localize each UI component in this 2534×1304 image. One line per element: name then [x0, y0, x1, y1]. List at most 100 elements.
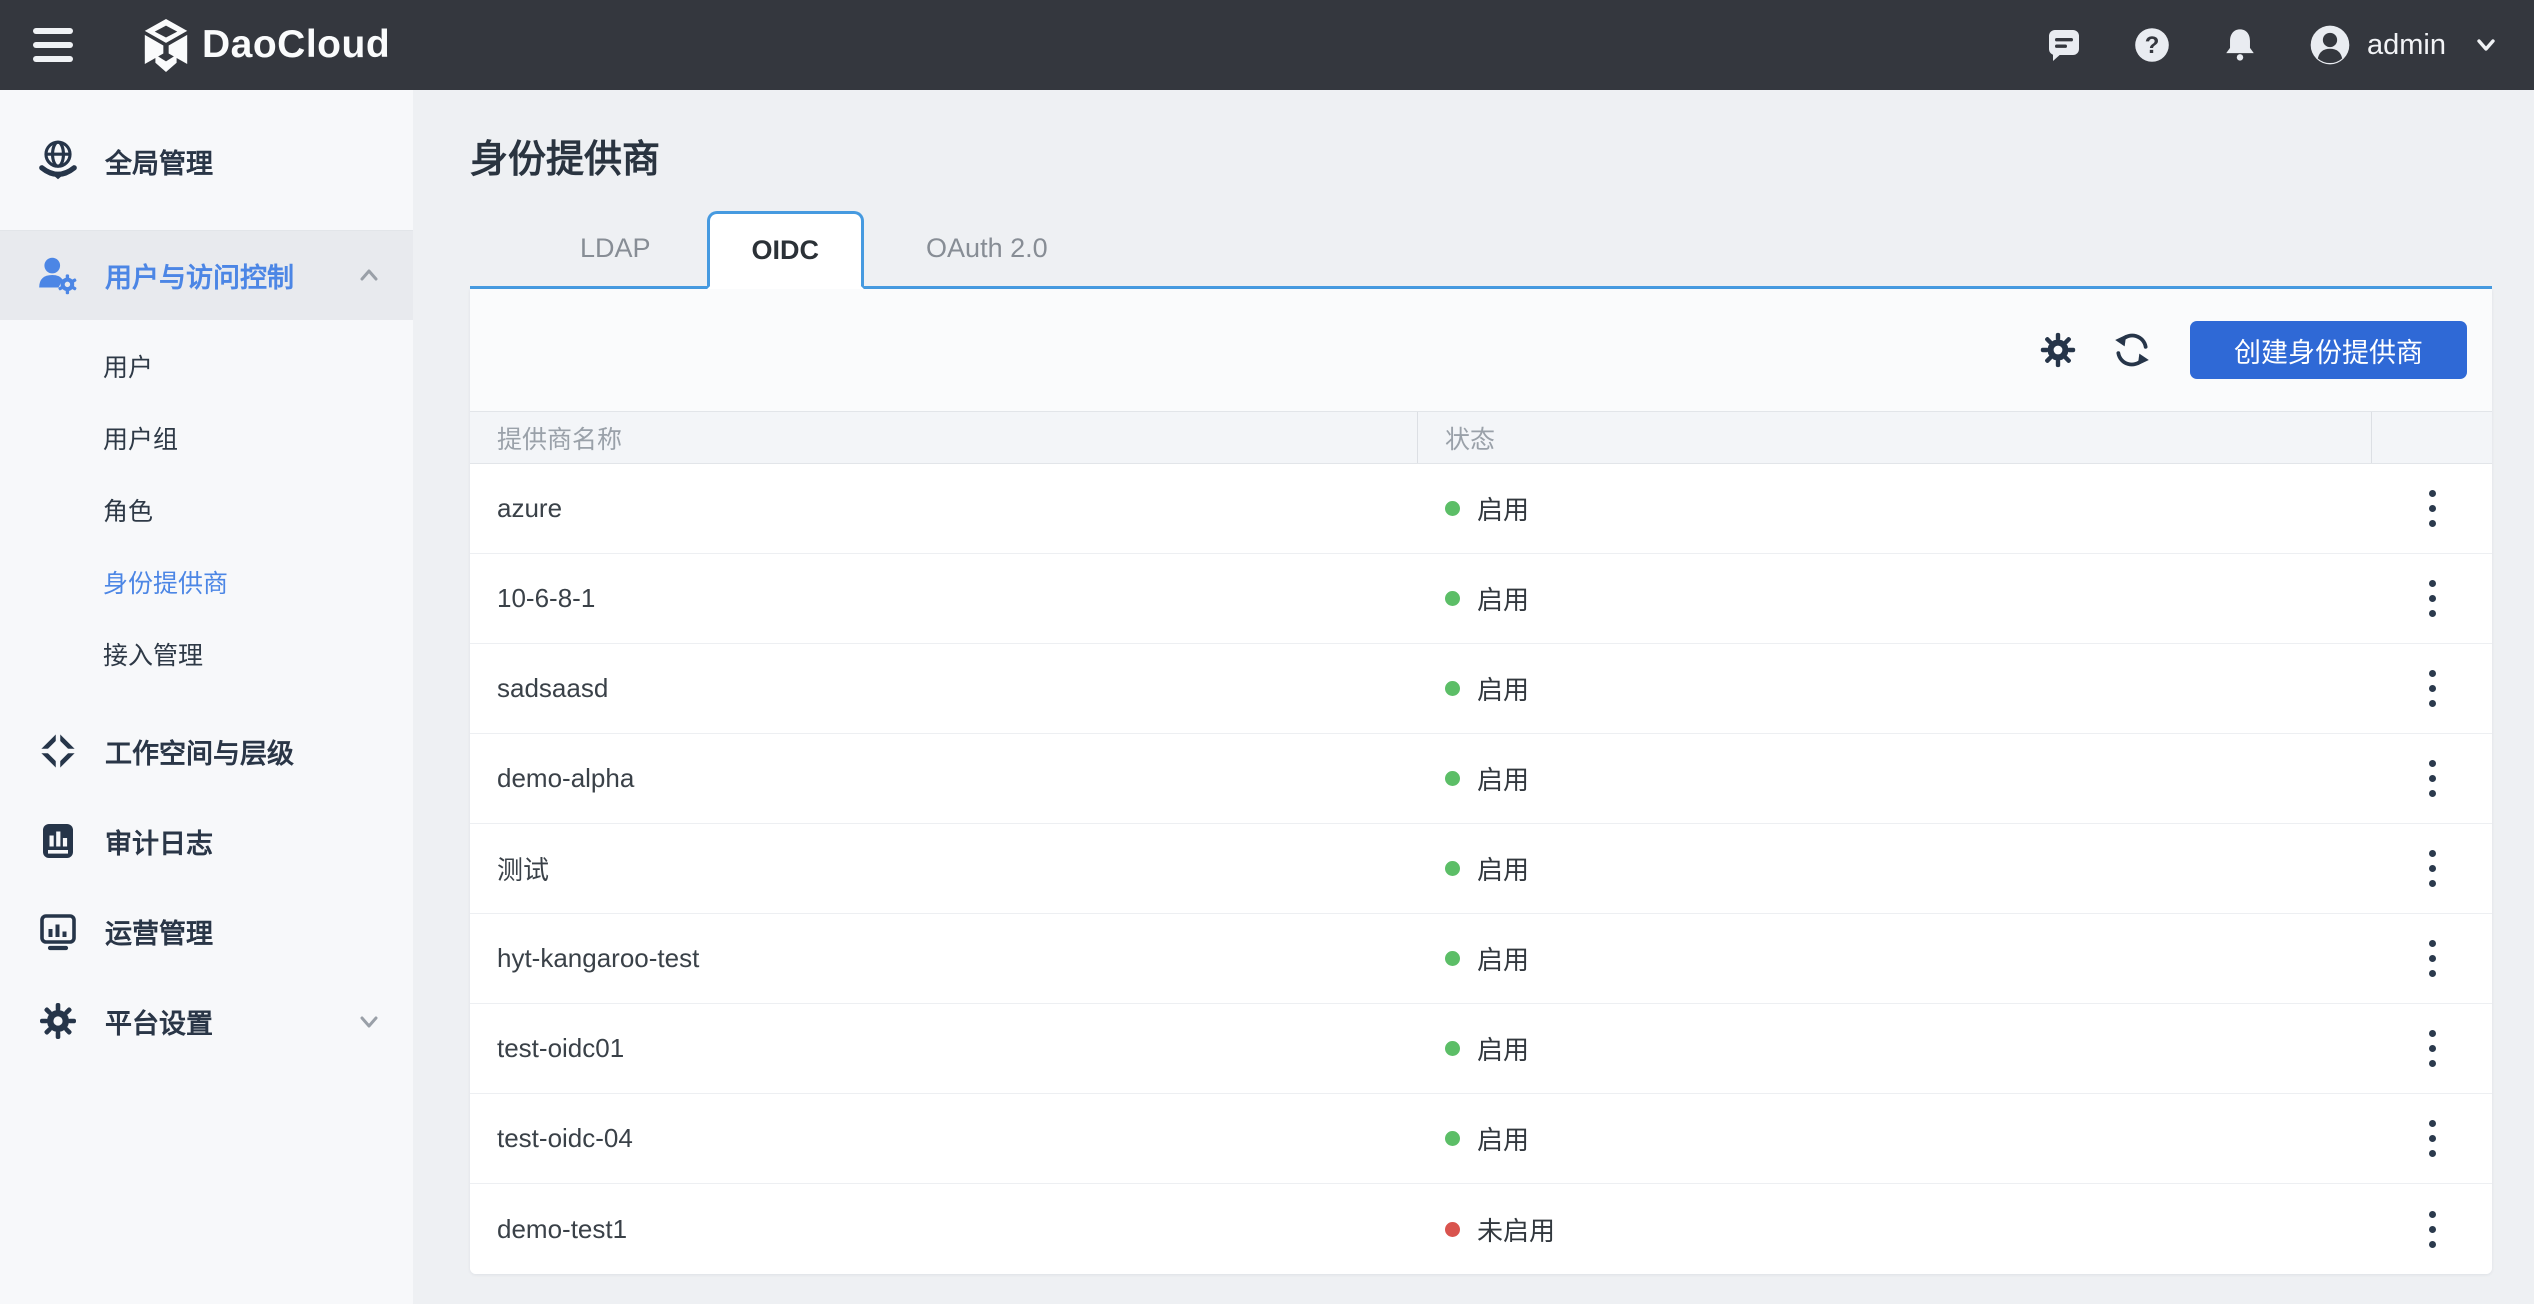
status-dot	[1445, 681, 1460, 696]
sidebar-item-access-management[interactable]: 接入管理	[0, 620, 413, 692]
user-gear-icon	[35, 253, 81, 299]
status-dot	[1445, 951, 1460, 966]
status-dot	[1445, 1131, 1460, 1146]
sidebar-item-global-management[interactable]: 全局管理	[0, 116, 413, 206]
globe-icon	[35, 138, 81, 184]
row-actions-kebab-icon[interactable]	[2415, 570, 2450, 627]
hamburger-menu-button[interactable]	[33, 28, 73, 62]
table-header: 提供商名称 状态	[470, 411, 2492, 464]
provider-status: 启用	[1418, 1120, 2372, 1157]
page-title: 身份提供商	[470, 128, 2492, 183]
table-row[interactable]: test-oidc01 启用	[470, 1004, 2492, 1094]
topbar-actions: ? admin	[1997, 24, 2500, 66]
bell-icon[interactable]	[2219, 24, 2261, 66]
sidebar: 全局管理	[0, 90, 413, 1304]
provider-name: demo-test1	[470, 1214, 1418, 1245]
sidebar-item-user-groups[interactable]: 用户组	[0, 404, 413, 476]
table-row[interactable]: sadsaasd 启用	[470, 644, 2492, 734]
sidebar-item-label: 用户与访问控制	[105, 256, 294, 295]
row-actions-kebab-icon[interactable]	[2415, 1020, 2450, 1077]
workspace-icon	[35, 728, 81, 774]
sidebar-item-users-access-control[interactable]: 用户与访问控制	[0, 230, 413, 320]
topbar: DaoCloud ?	[0, 0, 2534, 90]
status-label: 未启用	[1477, 1211, 1555, 1248]
provider-status: 启用	[1418, 670, 2372, 707]
app-window: DaoCloud ?	[0, 0, 2534, 1304]
provider-status: 启用	[1418, 760, 2372, 797]
table-row[interactable]: demo-test1 未启用	[470, 1184, 2492, 1274]
table-row[interactable]: azure 启用	[470, 464, 2492, 554]
help-icon[interactable]: ?	[2131, 24, 2173, 66]
tabbar: LDAP OIDC OAuth 2.0	[470, 211, 2492, 289]
avatar-icon[interactable]	[2309, 24, 2351, 66]
provider-name: 10-6-8-1	[470, 583, 1418, 614]
brand-logo[interactable]: DaoCloud	[142, 19, 390, 72]
row-actions-kebab-icon[interactable]	[2415, 1201, 2450, 1258]
sidebar-item-users[interactable]: 用户	[0, 332, 413, 404]
sidebar-item-operations-management[interactable]: 运营管理	[0, 886, 413, 976]
sidebar-submenu: 用户 用户组 角色 身份提供商 接入管理	[0, 320, 413, 706]
provider-name: sadsaasd	[470, 673, 1418, 704]
table-row[interactable]: 10-6-8-1 启用	[470, 554, 2492, 644]
providers-panel: 创建身份提供商 提供商名称 状态 azure 启用	[470, 289, 2492, 1274]
status-label: 启用	[1477, 1030, 1529, 1067]
table-toolbar: 创建身份提供商	[470, 289, 2492, 411]
status-label: 启用	[1477, 760, 1529, 797]
brand-name: DaoCloud	[202, 23, 390, 67]
user-name[interactable]: admin	[2367, 29, 2446, 62]
row-actions-kebab-icon[interactable]	[2415, 480, 2450, 537]
status-dot	[1445, 771, 1460, 786]
provider-name: hyt-kangaroo-test	[470, 943, 1418, 974]
tab-ldap[interactable]: LDAP	[524, 211, 707, 286]
create-identity-provider-button[interactable]: 创建身份提供商	[2190, 321, 2467, 379]
table-row[interactable]: test-oidc-04 启用	[470, 1094, 2492, 1184]
provider-status: 启用	[1418, 1030, 2372, 1067]
table-row[interactable]: 测试 启用	[470, 824, 2492, 914]
status-dot	[1445, 1222, 1460, 1237]
tab-oauth2[interactable]: OAuth 2.0	[864, 211, 1110, 286]
svg-text:?: ?	[2145, 32, 2160, 59]
status-label: 启用	[1477, 1120, 1529, 1157]
status-dot	[1445, 1041, 1460, 1056]
table-row[interactable]: demo-alpha 启用	[470, 734, 2492, 824]
status-label: 启用	[1477, 490, 1529, 527]
chevron-up-icon	[355, 262, 383, 290]
chevron-down-icon	[355, 1007, 383, 1035]
status-dot	[1445, 591, 1460, 606]
user-menu-chevron-down-icon[interactable]	[2472, 31, 2500, 59]
provider-name: test-oidc-04	[470, 1123, 1418, 1154]
row-actions-kebab-icon[interactable]	[2415, 930, 2450, 987]
row-actions-kebab-icon[interactable]	[2415, 840, 2450, 897]
sidebar-item-workspace-hierarchy[interactable]: 工作空间与层级	[0, 706, 413, 796]
status-dot	[1445, 861, 1460, 876]
column-header-provider-name: 提供商名称	[470, 412, 1418, 463]
status-label: 启用	[1477, 940, 1529, 977]
status-dot	[1445, 501, 1460, 516]
sidebar-item-platform-settings[interactable]: 平台设置	[0, 976, 413, 1066]
column-header-status: 状态	[1418, 412, 2372, 463]
row-actions-kebab-icon[interactable]	[2415, 660, 2450, 717]
refresh-icon[interactable]	[2110, 328, 2154, 372]
row-actions-kebab-icon[interactable]	[2415, 1110, 2450, 1167]
tab-oidc[interactable]: OIDC	[707, 211, 865, 289]
provider-name: test-oidc01	[470, 1033, 1418, 1064]
provider-status: 启用	[1418, 850, 2372, 887]
row-actions-kebab-icon[interactable]	[2415, 750, 2450, 807]
provider-status: 启用	[1418, 940, 2372, 977]
provider-status: 启用	[1418, 580, 2372, 617]
column-header-actions	[2372, 412, 2492, 463]
sidebar-item-identity-providers[interactable]: 身份提供商	[0, 548, 413, 620]
sidebar-item-audit-logs[interactable]: 审计日志	[0, 796, 413, 886]
sidebar-item-roles[interactable]: 角色	[0, 476, 413, 548]
provider-status: 启用	[1418, 490, 2372, 527]
sidebar-item-label: 平台设置	[105, 1002, 213, 1041]
audit-icon	[35, 818, 81, 864]
table-row[interactable]: hyt-kangaroo-test 启用	[470, 914, 2492, 1004]
chat-icon[interactable]	[2043, 24, 2085, 66]
gear-icon	[35, 998, 81, 1044]
provider-status: 未启用	[1418, 1211, 2372, 1248]
ops-icon	[35, 908, 81, 954]
settings-gear-icon[interactable]	[2036, 328, 2080, 372]
main-content: 身份提供商 LDAP OIDC OAuth 2.0	[413, 90, 2534, 1304]
sidebar-item-label: 全局管理	[105, 142, 213, 181]
